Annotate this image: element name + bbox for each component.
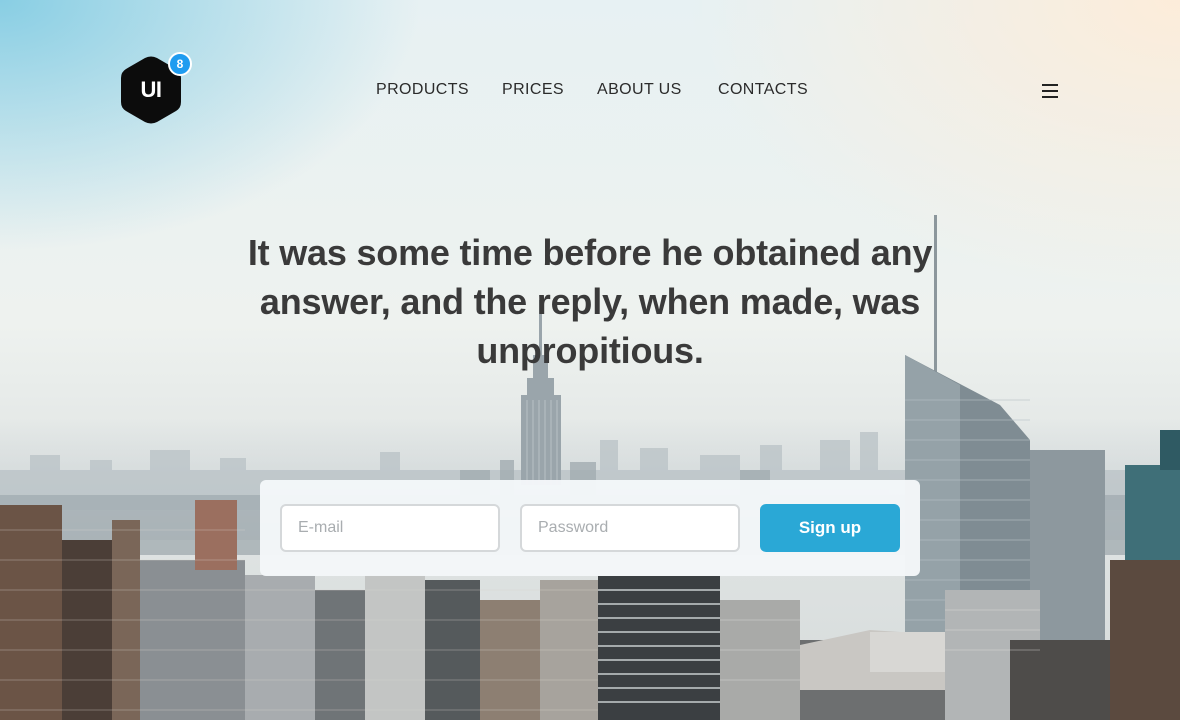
hero-headline: It was some time before he obtained any … — [247, 232, 933, 371]
nav-link-contacts[interactable]: CONTACTS — [718, 80, 808, 100]
nav-link-products[interactable]: PRODUCTS — [376, 80, 469, 100]
menu-hamburger-icon[interactable] — [1040, 83, 1060, 99]
menu-bar — [1042, 90, 1058, 92]
password-field[interactable] — [520, 504, 740, 552]
logo[interactable]: UI 8 — [120, 52, 192, 124]
notification-badge: 8 — [168, 52, 192, 76]
signup-form-card: Sign up — [260, 480, 920, 576]
email-field[interactable] — [280, 504, 500, 552]
nav-link-about-us[interactable]: ABOUT US — [597, 80, 682, 100]
signup-button[interactable]: Sign up — [760, 504, 900, 552]
nav-link-prices[interactable]: PRICES — [502, 80, 564, 100]
menu-bar — [1042, 84, 1058, 86]
menu-bar — [1042, 96, 1058, 98]
